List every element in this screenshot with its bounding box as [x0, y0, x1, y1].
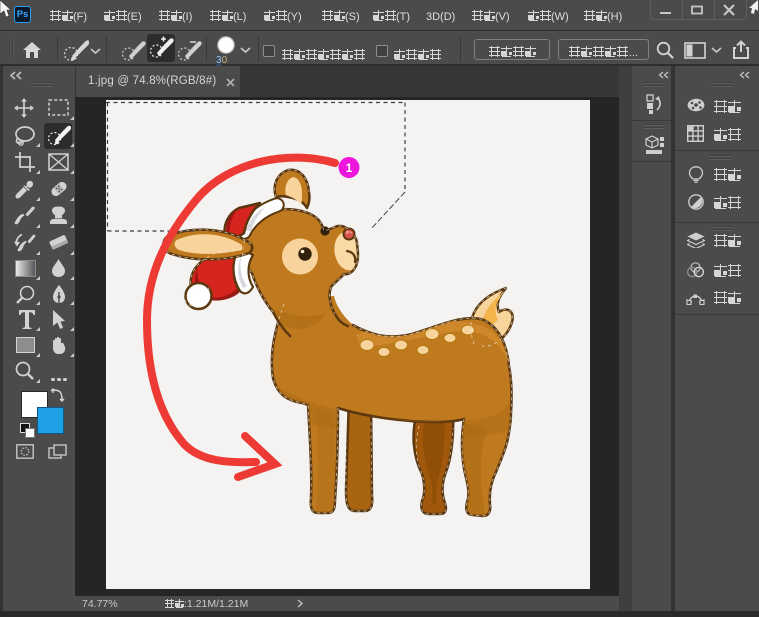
svg-text:1: 1 — [346, 161, 353, 175]
